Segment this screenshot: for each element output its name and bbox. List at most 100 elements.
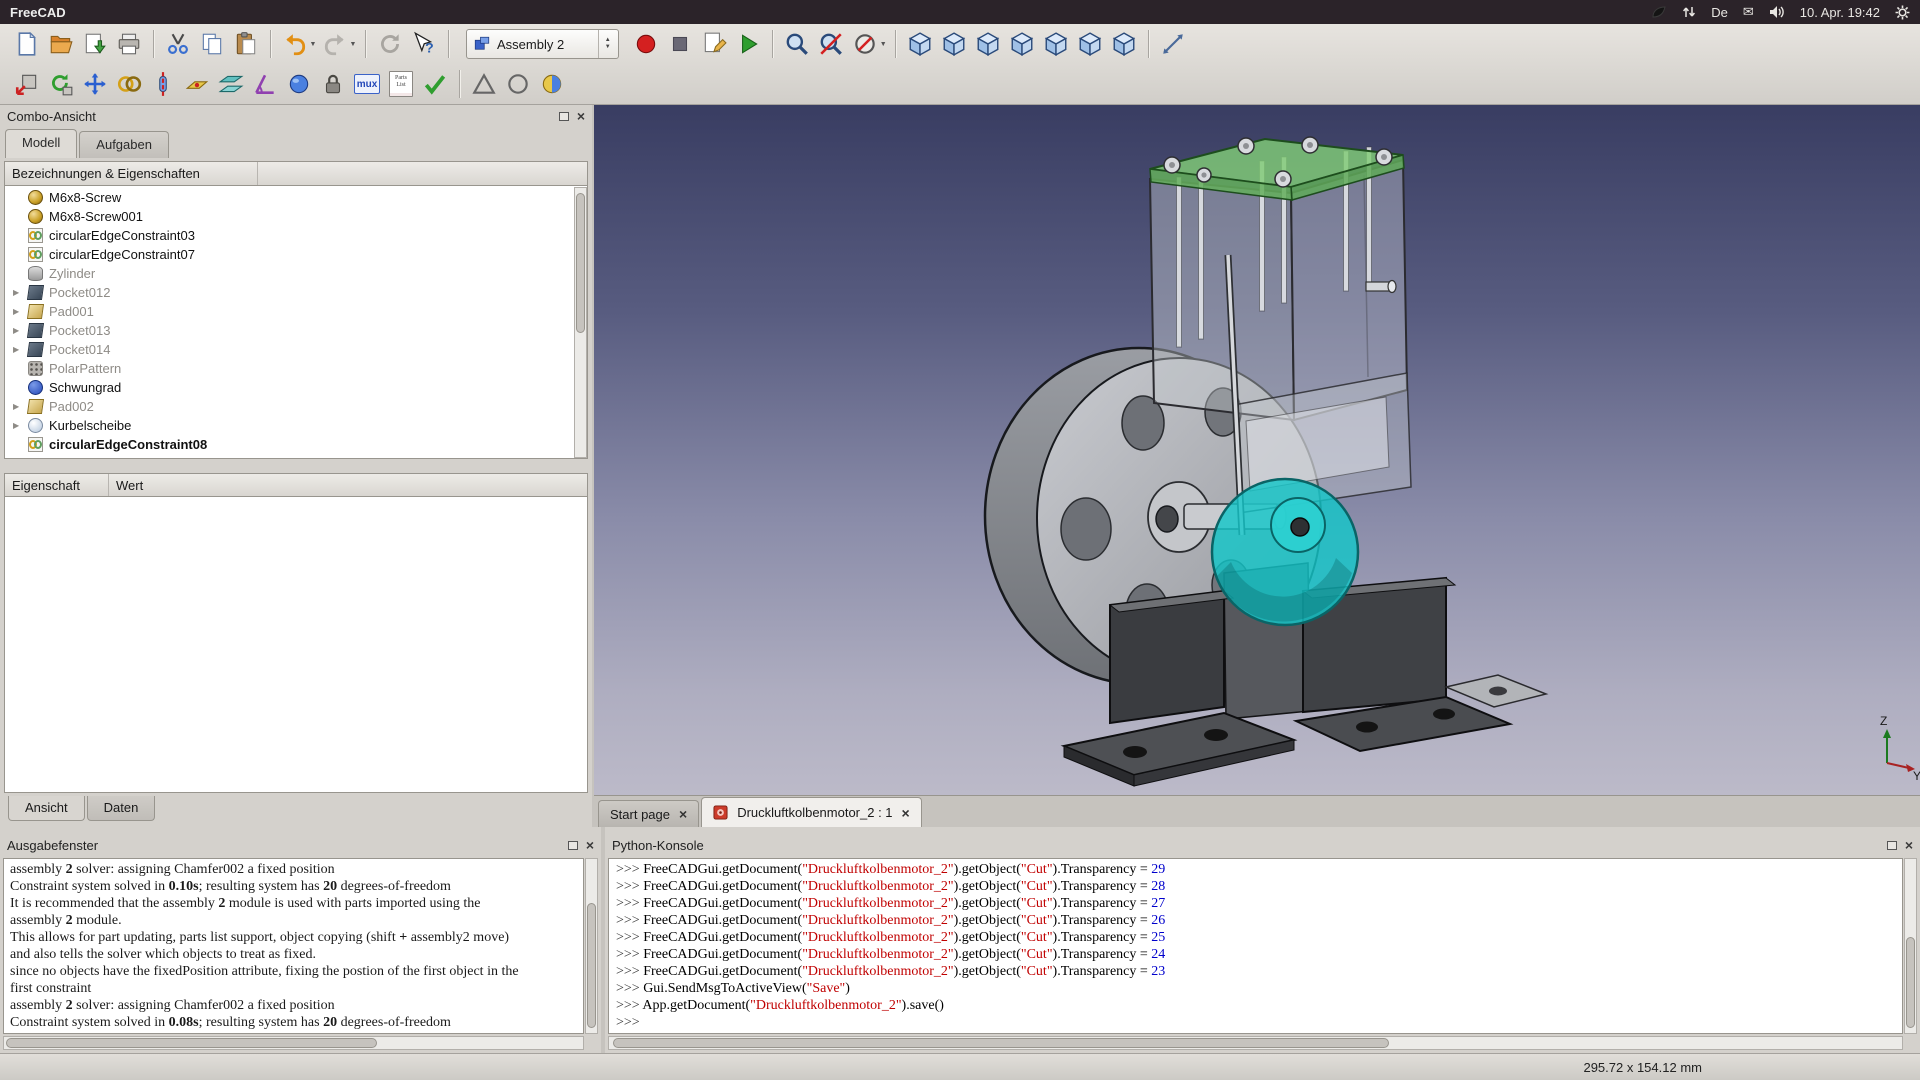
close-panel-button[interactable]: × [1905,840,1913,851]
float-panel-button[interactable] [568,841,578,850]
undo-dropdown-caret[interactable]: ▼ [308,41,318,48]
tree-header-label[interactable]: Bezeichnungen & Eigenschaften [5,162,258,185]
close-panel-button[interactable]: × [586,840,594,851]
tree-item[interactable]: Schwungrad [5,378,587,397]
tree-item[interactable]: ▶Pocket013 [5,321,587,340]
tab-aufgaben[interactable]: Aufgaben [79,131,169,158]
new-document-button[interactable] [10,27,44,61]
draw-style-button[interactable] [848,27,882,61]
save-document-button[interactable] [78,27,112,61]
tree-item[interactable]: ▶Pad002 [5,397,587,416]
spherical-constraint-button[interactable] [282,67,316,101]
console-horizontal-scrollbar[interactable] [608,1036,1903,1050]
whats-this-button[interactable]: ? [407,27,441,61]
python-console-content[interactable]: >>> FreeCADGui.getDocument("Druckluftkol… [608,858,1903,1034]
property-column-value[interactable]: Wert [109,474,143,496]
draw-style-dropdown-caret[interactable]: ▼ [878,41,888,48]
macro-record-button[interactable] [629,27,663,61]
tab-document[interactable]: Druckluftkolbenmotor_2 : 1 × [701,797,922,827]
property-column-name[interactable]: Eigenschaft [5,474,109,496]
dof-circle-button[interactable] [501,67,535,101]
tree-item[interactable]: PolarPattern [5,359,587,378]
axial-constraint-button[interactable] [146,67,180,101]
scrollbar-thumb[interactable] [6,1038,377,1048]
scrollbar-thumb[interactable] [1906,937,1915,1027]
mux-assembly-button[interactable]: mux [350,67,384,101]
tree-item[interactable]: circularEdgeConstraint07 [5,245,587,264]
macro-play-button[interactable] [731,27,765,61]
expand-arrow-icon[interactable]: ▶ [13,326,28,335]
network-indicator-icon[interactable] [1682,5,1696,19]
console-vertical-scrollbar[interactable] [1904,858,1917,1034]
tab-modell[interactable]: Modell [5,129,77,158]
check-assembly-button[interactable] [418,67,452,101]
tab-daten[interactable]: Daten [87,796,156,821]
angle-constraint-button[interactable] [248,67,282,101]
fit-all-button[interactable] [780,27,814,61]
circular-edge-constraint-button[interactable] [112,67,146,101]
volume-indicator-icon[interactable] [1769,5,1785,19]
expand-arrow-icon[interactable]: ▶ [13,288,28,297]
session-gear-icon[interactable] [1895,5,1910,20]
output-horizontal-scrollbar[interactable] [3,1036,584,1050]
view-front-button[interactable] [937,27,971,61]
view-right-button[interactable] [1005,27,1039,61]
expand-arrow-icon[interactable]: ▶ [13,345,28,354]
keyboard-layout-indicator[interactable]: De [1711,5,1728,20]
tree-item[interactable]: M6x8-Screw [5,188,587,207]
tray-indicator-icon[interactable] [1651,5,1667,19]
update-parts-button[interactable] [44,67,78,101]
cut-button[interactable] [161,27,195,61]
expand-arrow-icon[interactable]: ▶ [13,307,28,316]
expand-arrow-icon[interactable]: ▶ [13,402,28,411]
macro-edit-button[interactable] [697,27,731,61]
tree-item[interactable]: ▶Pocket014 [5,340,587,359]
scrollbar-thumb[interactable] [587,903,596,1028]
output-window-content[interactable]: assembly 2 solver: assigning Chamfer002 … [3,858,584,1034]
scrollbar-thumb[interactable] [613,1038,1389,1048]
tab-ansicht[interactable]: Ansicht [8,796,85,821]
tree-item[interactable]: ▶Pocket012 [5,283,587,302]
fit-selection-button[interactable] [814,27,848,61]
float-panel-button[interactable] [1887,841,1897,850]
print-button[interactable] [112,27,146,61]
tree-item[interactable]: circularEdgeConstraint08 [5,435,587,454]
close-tab-icon[interactable]: × [679,806,687,822]
open-document-button[interactable] [44,27,78,61]
tab-start-page[interactable]: Start page × [598,800,699,827]
workbench-spinner[interactable]: ▲ ▼ [598,30,616,58]
scrollbar-thumb[interactable] [576,193,585,333]
animate-assembly-button[interactable] [535,67,569,101]
tree-item[interactable]: Zylinder [5,264,587,283]
view-bottom-button[interactable] [1073,27,1107,61]
plane-constraint-button[interactable] [180,67,214,101]
copy-button[interactable] [195,27,229,61]
spinner-down-icon[interactable]: ▼ [605,44,611,51]
spinner-up-icon[interactable]: ▲ [605,37,611,44]
workbench-selector[interactable]: Assembly 2 ▲ ▼ [466,29,619,59]
undo-button[interactable] [278,27,312,61]
output-vertical-scrollbar[interactable] [585,858,598,1034]
view-top-button[interactable] [971,27,1005,61]
measure-distance-button[interactable] [1156,27,1190,61]
float-panel-button[interactable] [559,112,569,121]
dof-triangle-button[interactable] [467,67,501,101]
tree-item[interactable]: ▶Pad001 [5,302,587,321]
view-isometric-button[interactable] [903,27,937,61]
refresh-button[interactable] [373,27,407,61]
redo-dropdown-caret[interactable]: ▼ [348,41,358,48]
lock-constraint-button[interactable] [316,67,350,101]
clock[interactable]: 10. Apr. 19:42 [1800,5,1880,20]
tree-item[interactable]: M6x8-Screw001 [5,207,587,226]
planes-parallel-constraint-button[interactable] [214,67,248,101]
expand-arrow-icon[interactable]: ▶ [13,421,28,430]
macro-stop-button[interactable] [663,27,697,61]
move-part-button[interactable] [78,67,112,101]
view-left-button[interactable] [1107,27,1141,61]
tree-scrollbar[interactable] [574,187,587,458]
property-editor[interactable] [4,497,588,793]
3d-viewport[interactable]: Z Y [594,105,1920,795]
3d-scene[interactable]: Z Y [594,105,1920,795]
view-rear-button[interactable] [1039,27,1073,61]
close-panel-button[interactable]: × [577,111,585,122]
